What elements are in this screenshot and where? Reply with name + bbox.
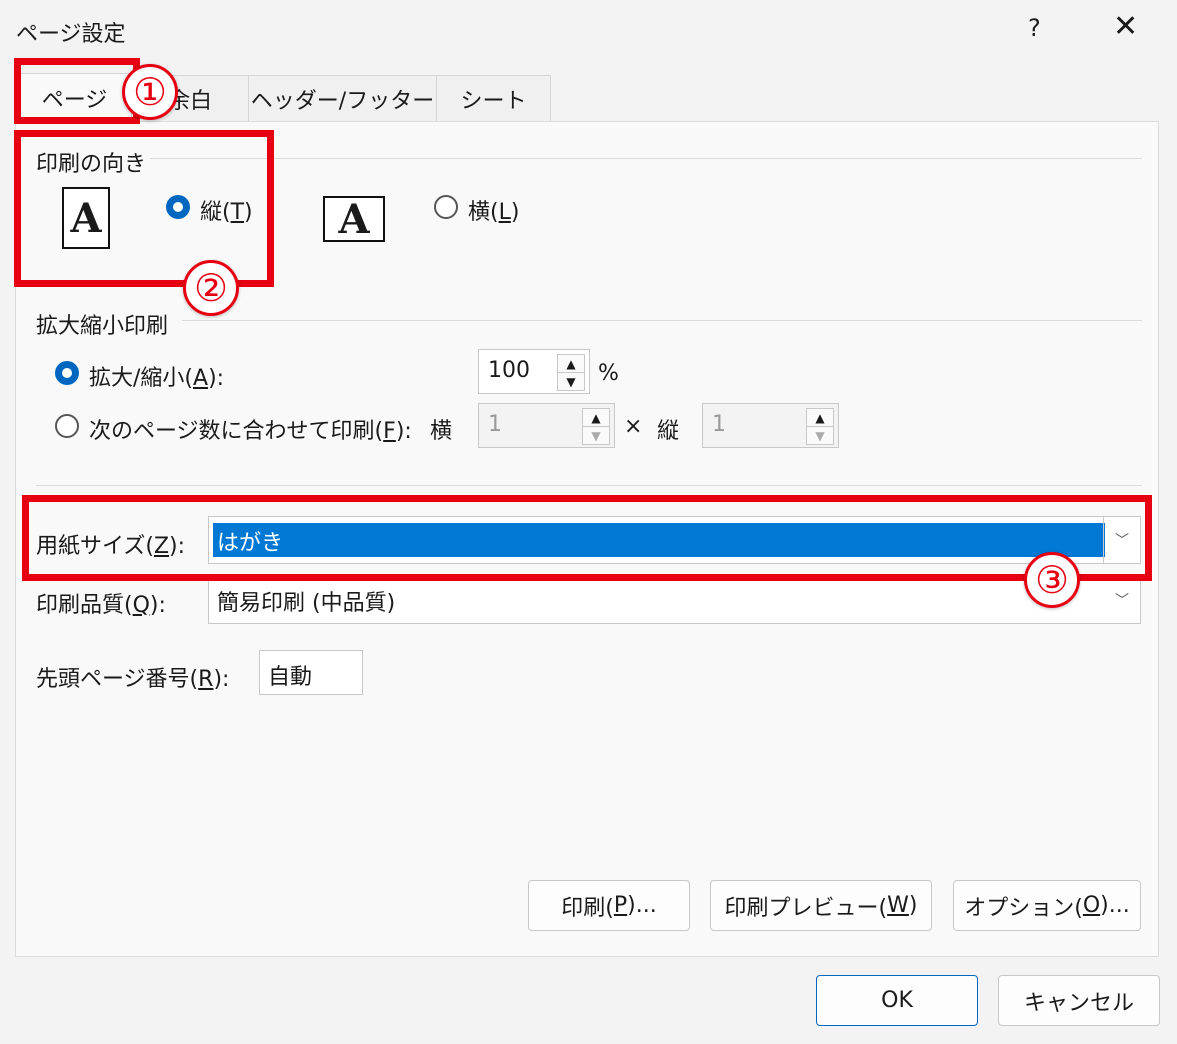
fit-tall-up-icon[interactable]: ▲	[806, 408, 834, 427]
adjust-up-icon[interactable]: ▲	[557, 354, 585, 373]
print-button[interactable]: 印刷(P)...	[528, 880, 690, 931]
adjust-value[interactable]: 100	[488, 358, 530, 383]
help-button[interactable]: ?	[1028, 14, 1041, 42]
cancel-button[interactable]: キャンセル	[998, 975, 1160, 1026]
fit-label[interactable]: 次のページ数に合わせて印刷(F):	[89, 413, 412, 445]
close-button[interactable]: ✕	[1113, 12, 1138, 42]
first-page-value[interactable]: 自動	[268, 659, 312, 691]
landscape-label[interactable]: 横(L)	[468, 194, 519, 226]
fit-tall-down-icon[interactable]: ▼	[806, 426, 834, 445]
orientation-divider	[150, 158, 1142, 159]
fit-wide-label: 横	[430, 419, 453, 444]
annotation-box-paper-size	[22, 495, 1152, 581]
title-bar	[0, 0, 1177, 60]
scaling-section-label: 拡大縮小印刷	[36, 314, 169, 339]
first-page-label: 先頭ページ番号(R):	[36, 667, 230, 692]
fit-tall-label: 縦	[657, 419, 680, 444]
annotation-box-orientation	[14, 130, 274, 287]
first-page-input[interactable]: 自動	[259, 650, 363, 695]
tab-sheet[interactable]: シート	[436, 75, 551, 121]
adjust-label[interactable]: 拡大/縮小(A):	[89, 360, 224, 392]
percent-label: %	[598, 361, 619, 386]
print-preview-button[interactable]: 印刷プレビュー(W)	[710, 880, 932, 931]
chevron-down-icon[interactable]: ﹀	[1104, 577, 1140, 623]
fit-tall-spinner[interactable]: 1 ▲ ▼	[702, 403, 839, 448]
fit-tall-value[interactable]: 1	[712, 412, 726, 437]
landscape-radio[interactable]	[434, 195, 458, 219]
ok-button[interactable]: OK	[816, 975, 978, 1026]
fit-radio[interactable]	[55, 414, 79, 438]
dialog-title: ページ設定	[16, 22, 126, 47]
adjust-down-icon[interactable]: ▼	[557, 372, 585, 391]
times-label: ×	[624, 414, 643, 439]
scaling-divider	[182, 320, 1142, 321]
fit-wide-value[interactable]: 1	[488, 412, 502, 437]
adjust-spinner[interactable]: 100 ▲ ▼	[478, 349, 590, 394]
paper-divider	[36, 485, 1142, 486]
annotation-number-2: ②	[183, 260, 239, 316]
fit-wide-spinner[interactable]: 1 ▲ ▼	[478, 403, 615, 448]
annotation-number-3: ③	[1024, 552, 1080, 608]
print-quality-label: 印刷品質(Q):	[36, 593, 166, 618]
adjust-radio[interactable]	[55, 361, 79, 385]
tab-header-footer[interactable]: ヘッダー/フッター	[248, 75, 437, 121]
fit-wide-up-icon[interactable]: ▲	[582, 408, 610, 427]
options-button[interactable]: オプション(O)...	[953, 880, 1141, 931]
print-quality-value[interactable]: 簡易印刷 (中品質)	[217, 585, 395, 617]
print-quality-select[interactable]: 簡易印刷 (中品質) ﹀	[208, 576, 1141, 624]
landscape-page-icon: A	[323, 196, 385, 243]
fit-wide-down-icon[interactable]: ▼	[582, 426, 610, 445]
annotation-number-1: ①	[122, 64, 178, 120]
